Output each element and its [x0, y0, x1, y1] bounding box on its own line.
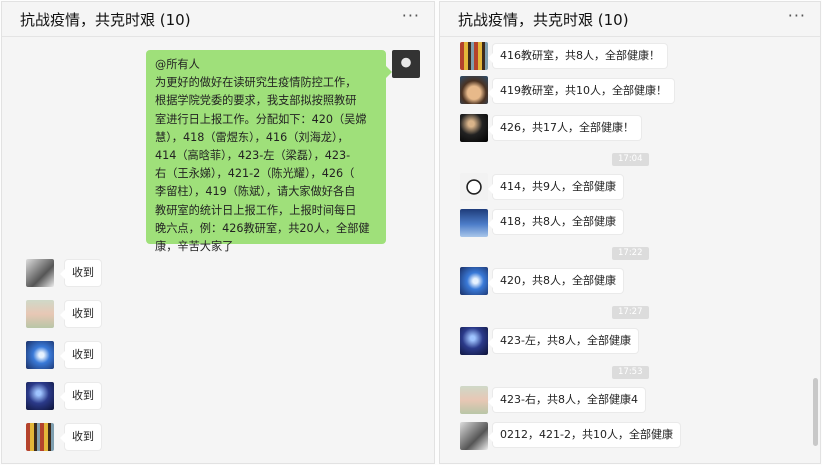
chat-title: 抗战疫情，共克时艰 (10) — [20, 11, 191, 29]
member-avatar[interactable] — [460, 327, 488, 355]
announcement-line: 慧），418（雷煜东），416（刘海龙）， — [155, 130, 349, 144]
member-avatar[interactable] — [460, 114, 488, 142]
reply-message[interactable]: 收到 — [60, 383, 101, 409]
report-message[interactable]: 0212，421-2，共10人，全部健康 — [488, 423, 680, 447]
self-avatar[interactable] — [392, 50, 420, 78]
report-message[interactable]: 420，共8人，全部健康 — [488, 269, 623, 293]
right-chat-window: 抗战疫情，共克时艰 (10) ··· 416教研室，共8人，全部健康！ 419教… — [439, 1, 821, 464]
announcement-message[interactable]: @所有人 为更好的做好在读研究生疫情防控工作， 根据学院党委的要求，我支部拟按照… — [146, 50, 392, 253]
report-message[interactable]: 426，共17人，全部健康！ — [488, 116, 641, 140]
announcement-line: 教研室的统计日上报工作，上报时间每日 — [155, 203, 357, 217]
member-avatar[interactable] — [460, 209, 488, 237]
report-message[interactable]: 419教研室，共10人，全部健康！ — [488, 79, 674, 103]
member-avatar[interactable] — [460, 267, 488, 295]
member-avatar[interactable] — [460, 422, 488, 450]
announcement-line: 李留柱），419（陈斌），请大家做好各自 — [155, 185, 356, 199]
timestamp: 17:53 — [612, 366, 649, 379]
reply-message[interactable]: 收到 — [60, 260, 101, 286]
announcement-line: 为更好的做好在读研究生疫情防控工作， — [155, 76, 357, 90]
member-avatar[interactable] — [460, 386, 488, 414]
reply-message[interactable]: 收到 — [60, 342, 101, 368]
more-options-icon[interactable]: ··· — [788, 6, 806, 25]
member-avatar[interactable] — [26, 382, 54, 410]
announcement-line: 康，辛苦大家了 — [155, 240, 234, 254]
timestamp: 17:04 — [612, 153, 649, 166]
chat-header: 抗战疫情，共克时艰 (10) ··· — [2, 2, 434, 37]
report-message[interactable]: 418，共8人，全部健康 — [488, 210, 623, 234]
scrollbar[interactable] — [813, 378, 818, 446]
chat-title: 抗战疫情，共克时艰 (10) — [458, 11, 629, 29]
announcement-line: @所有人 — [155, 58, 200, 71]
timestamp: 17:27 — [612, 306, 649, 319]
announcement-line: 根据学院党委的要求，我支部拟按照教研 — [155, 94, 357, 108]
reply-message[interactable]: 收到 — [60, 301, 101, 327]
more-options-icon[interactable]: ··· — [402, 6, 420, 25]
reply-message[interactable]: 收到 — [60, 424, 101, 450]
member-avatar[interactable] — [26, 259, 54, 287]
announcement-line: 右（王永娣），421-2（陈光耀），426（ — [155, 167, 355, 181]
announcement-line: 414（高晗菲），423-左（梁磊），423- — [155, 149, 351, 163]
chat-header: 抗战疫情，共克时艰 (10) ··· — [440, 2, 820, 37]
member-avatar[interactable] — [460, 76, 488, 104]
member-avatar[interactable] — [26, 423, 54, 451]
member-avatar[interactable] — [460, 173, 488, 201]
member-avatar[interactable] — [26, 300, 54, 328]
report-message[interactable]: 414，共9人，全部健康 — [488, 175, 623, 199]
announcement-line: 室进行日上报工作。分配如下：420（吴嫦 — [155, 112, 367, 126]
member-avatar[interactable] — [460, 42, 488, 70]
report-message[interactable]: 423-左，共8人，全部健康 — [488, 329, 638, 353]
timestamp: 17:22 — [612, 247, 649, 260]
member-avatar[interactable] — [26, 341, 54, 369]
report-message[interactable]: 416教研室，共8人，全部健康！ — [488, 44, 667, 68]
report-message[interactable]: 423-右，共8人，全部健康4 — [488, 388, 645, 412]
announcement-line: 晚六点，例：426教研室，共20人，全部健 — [155, 221, 370, 235]
left-chat-window: 抗战疫情，共克时艰 (10) ··· @所有人 为更好的做好在读研究生疫情防控工… — [1, 1, 435, 464]
